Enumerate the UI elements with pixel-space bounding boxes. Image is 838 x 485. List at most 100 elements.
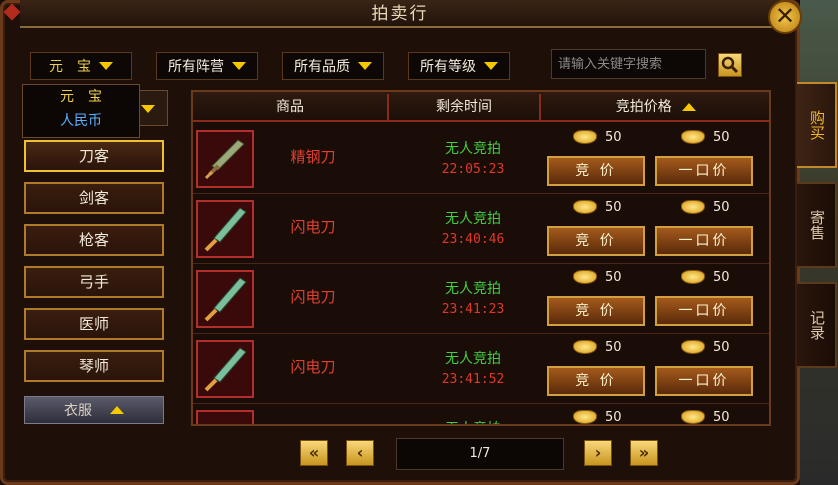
- item-name: 闪电刀: [290, 288, 336, 306]
- window-title: 拍卖行: [371, 4, 429, 24]
- buyout-button[interactable]: 一口价: [655, 156, 753, 186]
- bid-button[interactable]: 竞 价: [547, 366, 645, 396]
- column-header-price[interactable]: 竞拍价格: [541, 92, 769, 122]
- tab-consign[interactable]: 寄售: [797, 182, 837, 268]
- category-fold-label: 衣服: [64, 403, 92, 419]
- first-page-button[interactable]: «: [300, 440, 328, 466]
- tab-buy[interactable]: 购买: [797, 82, 837, 168]
- bid-price-value: 50: [605, 409, 622, 425]
- bid-price-value: 50: [605, 129, 622, 145]
- next-page-button[interactable]: ›: [584, 440, 612, 466]
- gold-ingot-icon: [573, 130, 597, 144]
- table-row[interactable]: 无人竞拍 50 50: [193, 404, 769, 425]
- item-thumbnail: [196, 130, 254, 188]
- bid-state: 无人竞拍: [445, 211, 501, 227]
- price-header-label: 竞拍价格: [615, 99, 672, 115]
- bid-price-value: 50: [605, 339, 622, 355]
- chevron-up-icon: [110, 406, 124, 414]
- faction-dropdown-label: 所有阵营: [168, 59, 224, 75]
- currency-dropdown[interactable]: 元 宝: [30, 52, 132, 80]
- bid-price-value: 50: [605, 269, 622, 285]
- table-row[interactable]: 闪电刀 无人竞拍 23:41:23 50 50 竞 价 一口价: [193, 264, 769, 334]
- item-name: 精钢刀: [290, 148, 336, 166]
- level-dropdown-label: 所有等级: [420, 59, 476, 75]
- bid-state: 无人竞拍: [445, 141, 501, 157]
- sort-asc-icon: [682, 103, 697, 111]
- tab-records[interactable]: 记录: [797, 282, 837, 368]
- buyout-price-value: 50: [713, 409, 730, 425]
- column-header-item[interactable]: 商品: [193, 92, 387, 122]
- category-fold-button[interactable]: 衣服: [24, 396, 164, 424]
- currency-option-yuanbao[interactable]: 元 宝: [23, 85, 139, 109]
- time-remaining: 23:41:52: [441, 372, 505, 387]
- auction-table: 商品 剩余时间 竞拍价格 精钢刀 无人竞拍 22:05:23 50 50 竞 价…: [191, 90, 771, 426]
- item-name: 闪电刀: [290, 218, 336, 236]
- buyout-price-value: 50: [713, 129, 730, 145]
- level-dropdown[interactable]: 所有等级: [408, 52, 510, 80]
- close-icon: ✕: [774, 2, 796, 30]
- currency-popup: 元 宝 人民币: [22, 84, 140, 138]
- buyout-price-value: 50: [713, 199, 730, 215]
- bid-price: 50: [573, 268, 653, 286]
- buyout-price: 50: [681, 338, 761, 356]
- quality-dropdown[interactable]: 所有品质: [282, 52, 384, 80]
- chevron-down-icon: [232, 62, 246, 70]
- chevron-down-icon: [484, 62, 498, 70]
- close-button[interactable]: ✕: [768, 0, 802, 34]
- title-bar: 拍卖行: [20, 0, 780, 28]
- buyout-price: 50: [681, 128, 761, 146]
- page-indicator: 1/7: [396, 438, 564, 470]
- bid-price: 50: [573, 408, 653, 425]
- bid-button[interactable]: 竞 价: [547, 296, 645, 326]
- buyout-price-value: 50: [713, 269, 730, 285]
- category-item[interactable]: 刀客: [24, 140, 164, 172]
- lightning-blade-icon: [204, 277, 247, 322]
- bid-price: 50: [573, 198, 653, 216]
- buyout-button[interactable]: 一口价: [655, 226, 753, 256]
- table-row[interactable]: 精钢刀 无人竞拍 22:05:23 50 50 竞 价 一口价: [193, 124, 769, 194]
- gold-ingot-icon: [573, 200, 597, 214]
- category-item[interactable]: 枪客: [24, 224, 164, 256]
- item-thumbnail: [196, 270, 254, 328]
- buyout-price: 50: [681, 198, 761, 216]
- search-icon: [721, 56, 739, 74]
- category-item[interactable]: 医师: [24, 308, 164, 340]
- gold-ingot-icon: [681, 410, 705, 424]
- column-header-time[interactable]: 剩余时间: [389, 92, 539, 122]
- chevron-right-icon: ›: [594, 443, 602, 462]
- table-header: 商品 剩余时间 竞拍价格: [193, 92, 769, 122]
- time-remaining: 23:41:23: [441, 302, 505, 317]
- lightning-blade-icon: [204, 207, 247, 252]
- search-input[interactable]: [551, 49, 706, 79]
- bid-button[interactable]: 竞 价: [547, 226, 645, 256]
- category-item[interactable]: 弓手: [24, 266, 164, 298]
- item-thumbnail: [196, 340, 254, 398]
- gold-ingot-icon: [681, 200, 705, 214]
- table-row[interactable]: 闪电刀 无人竞拍 23:40:46 50 50 竞 价 一口价: [193, 194, 769, 264]
- last-page-button[interactable]: »: [630, 440, 658, 466]
- gold-ingot-icon: [681, 340, 705, 354]
- gold-ingot-icon: [573, 410, 597, 424]
- faction-dropdown[interactable]: 所有阵营: [156, 52, 258, 80]
- table-row[interactable]: 闪电刀 无人竞拍 23:41:52 50 50 竞 价 一口价: [193, 334, 769, 404]
- bid-state: 无人竞拍: [445, 281, 501, 297]
- time-remaining: 23:40:46: [441, 232, 505, 247]
- double-chevron-right-icon: »: [638, 443, 650, 462]
- prev-page-button[interactable]: ‹: [346, 440, 374, 466]
- time-remaining: 22:05:23: [441, 162, 505, 177]
- currency-option-rmb[interactable]: 人民币: [23, 109, 139, 133]
- category-item[interactable]: 琴师: [24, 350, 164, 382]
- item-thumbnail: [196, 200, 254, 258]
- search-button[interactable]: [718, 53, 742, 77]
- gold-ingot-icon: [573, 270, 597, 284]
- buyout-button[interactable]: 一口价: [655, 296, 753, 326]
- buyout-button[interactable]: 一口价: [655, 366, 753, 396]
- gold-ingot-icon: [681, 130, 705, 144]
- bid-state: 无人竞拍: [403, 418, 543, 424]
- chevron-down-icon: [141, 105, 155, 113]
- bid-button[interactable]: 竞 价: [547, 156, 645, 186]
- item-thumbnail: [196, 410, 254, 424]
- category-item[interactable]: 剑客: [24, 182, 164, 214]
- bid-price: 50: [573, 338, 653, 356]
- chevron-left-icon: ‹: [356, 443, 364, 462]
